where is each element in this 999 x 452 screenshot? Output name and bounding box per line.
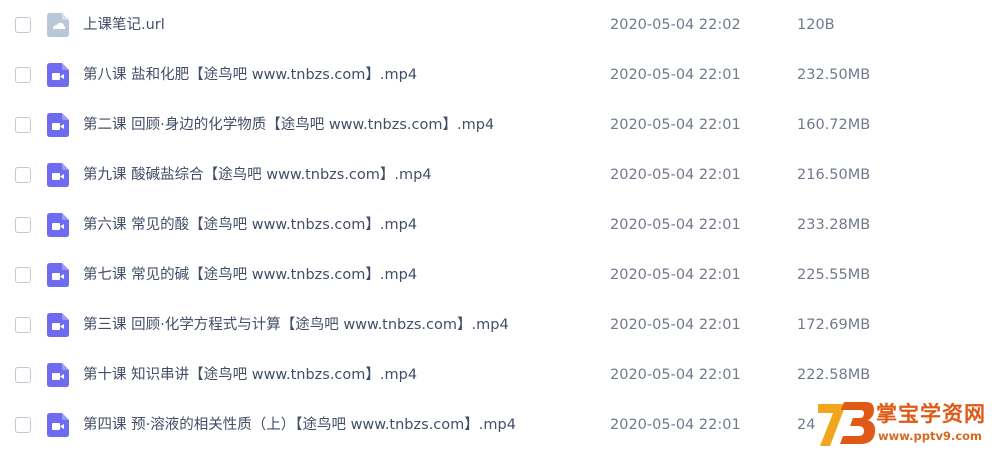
video-file-icon bbox=[47, 313, 69, 337]
row-checkbox[interactable] bbox=[15, 217, 31, 233]
file-date: 2020-05-04 22:01 bbox=[610, 367, 741, 383]
row-checkbox[interactable] bbox=[15, 267, 31, 283]
file-row[interactable]: 第十课 知识串讲【途鸟吧 www.tnbzs.com】.mp4 2020-05-… bbox=[0, 350, 999, 400]
row-checkbox[interactable] bbox=[15, 117, 31, 133]
file-row[interactable]: 第八课 盐和化肥【途鸟吧 www.tnbzs.com】.mp4 2020-05-… bbox=[0, 50, 999, 100]
file-size: 222.58MB bbox=[797, 367, 871, 383]
file-name[interactable]: 上课笔记.url bbox=[83, 0, 165, 50]
file-name[interactable]: 第四课 预·溶液的相关性质（上）【途鸟吧 www.tnbzs.com】.mp4 bbox=[83, 400, 516, 450]
file-size: 225.55MB bbox=[797, 267, 871, 283]
file-name[interactable]: 第六课 常见的酸【途鸟吧 www.tnbzs.com】.mp4 bbox=[83, 200, 417, 250]
file-date: 2020-05-04 22:02 bbox=[610, 17, 741, 33]
file-name[interactable]: 第七课 常见的碱【途鸟吧 www.tnbzs.com】.mp4 bbox=[83, 250, 417, 300]
file-size: 232.50MB bbox=[797, 67, 871, 83]
file-row[interactable]: 第九课 酸碱盐综合【途鸟吧 www.tnbzs.com】.mp4 2020-05… bbox=[0, 150, 999, 200]
row-checkbox[interactable] bbox=[15, 367, 31, 383]
file-name[interactable]: 第三课 回顾·化学方程式与计算【途鸟吧 www.tnbzs.com】.mp4 bbox=[83, 300, 509, 350]
file-name[interactable]: 第八课 盐和化肥【途鸟吧 www.tnbzs.com】.mp4 bbox=[83, 50, 417, 100]
watermark-logo-icon bbox=[818, 402, 876, 446]
video-file-icon bbox=[47, 363, 69, 387]
video-file-icon bbox=[47, 413, 69, 437]
file-size: 160.72MB bbox=[797, 117, 871, 133]
row-checkbox[interactable] bbox=[15, 17, 31, 33]
file-date: 2020-05-04 22:01 bbox=[610, 67, 741, 83]
file-size: 120B bbox=[797, 17, 835, 33]
file-row[interactable]: 第三课 回顾·化学方程式与计算【途鸟吧 www.tnbzs.com】.mp4 2… bbox=[0, 300, 999, 350]
video-file-icon bbox=[47, 213, 69, 237]
watermark-url: www.pptv9.com bbox=[878, 429, 983, 443]
file-row[interactable]: 第六课 常见的酸【途鸟吧 www.tnbzs.com】.mp4 2020-05-… bbox=[0, 200, 999, 250]
file-row[interactable]: 第二课 回顾·身边的化学物质【途鸟吧 www.tnbzs.com】.mp4 20… bbox=[0, 100, 999, 150]
file-date: 2020-05-04 22:01 bbox=[610, 117, 741, 133]
video-file-icon bbox=[47, 263, 69, 287]
watermark: 掌宝学资网 www.pptv9.com bbox=[812, 396, 999, 452]
file-name[interactable]: 第二课 回顾·身边的化学物质【途鸟吧 www.tnbzs.com】.mp4 bbox=[83, 100, 494, 150]
row-checkbox[interactable] bbox=[15, 67, 31, 83]
watermark-text: 掌宝学资网 bbox=[876, 402, 986, 426]
video-file-icon bbox=[47, 163, 69, 187]
file-row[interactable]: 第七课 常见的碱【途鸟吧 www.tnbzs.com】.mp4 2020-05-… bbox=[0, 250, 999, 300]
file-size: 172.69MB bbox=[797, 317, 871, 333]
file-name[interactable]: 第九课 酸碱盐综合【途鸟吧 www.tnbzs.com】.mp4 bbox=[83, 150, 432, 200]
file-size: 216.50MB bbox=[797, 167, 871, 183]
file-name[interactable]: 第十课 知识串讲【途鸟吧 www.tnbzs.com】.mp4 bbox=[83, 350, 417, 400]
file-date: 2020-05-04 22:01 bbox=[610, 317, 741, 333]
row-checkbox[interactable] bbox=[15, 167, 31, 183]
file-date: 2020-05-04 22:01 bbox=[610, 217, 741, 233]
file-list: 上课笔记.url 2020-05-04 22:02 120B 第八课 盐和化肥【… bbox=[0, 0, 999, 450]
row-checkbox[interactable] bbox=[15, 417, 31, 433]
file-date: 2020-05-04 22:01 bbox=[610, 167, 741, 183]
file-date: 2020-05-04 22:01 bbox=[610, 267, 741, 283]
video-file-icon bbox=[47, 113, 69, 137]
file-row[interactable]: 上课笔记.url 2020-05-04 22:02 120B bbox=[0, 0, 999, 50]
file-size: 233.28MB bbox=[797, 217, 871, 233]
video-file-icon bbox=[47, 63, 69, 87]
link-file-icon bbox=[47, 13, 69, 37]
row-checkbox[interactable] bbox=[15, 317, 31, 333]
file-date: 2020-05-04 22:01 bbox=[610, 417, 741, 433]
